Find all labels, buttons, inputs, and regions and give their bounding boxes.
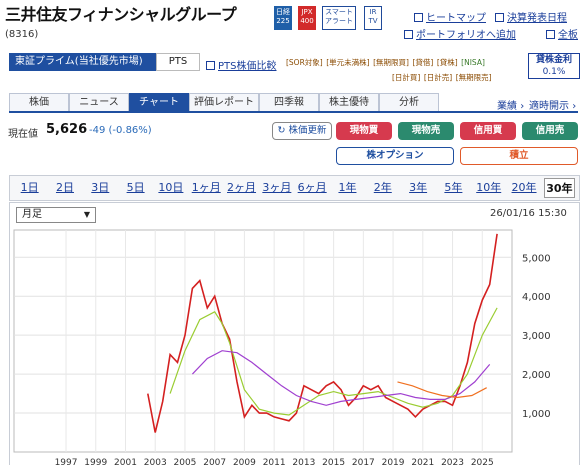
plot-area [13, 229, 513, 453]
y-tick-label: 5,000 [522, 253, 551, 264]
x-tick-label: 2019 [382, 458, 405, 465]
x-tick-label: 2017 [352, 458, 375, 465]
x-tick-label: 2025 [471, 458, 494, 465]
x-tick-label: 2001 [114, 458, 137, 465]
x-tick-label: 1999 [84, 458, 107, 465]
y-tick-label: 2,000 [522, 370, 551, 381]
y-tick-label: 1,000 [522, 409, 551, 420]
price-chart[interactable]: 1,000 2,000 3,000 4,000 5,000 1997 1999 2001 20… [0, 0, 586, 465]
x-tick-label: 2021 [411, 458, 434, 465]
x-tick-label: 2009 [233, 458, 256, 465]
x-tick-label: 2005 [174, 458, 197, 465]
x-tick-label: 1997 [55, 458, 78, 465]
y-tick-label: 4,000 [522, 292, 551, 303]
x-tick-label: 2003 [144, 458, 167, 465]
x-tick-label: 2015 [322, 458, 345, 465]
y-tick-label: 3,000 [522, 331, 551, 342]
x-tick-label: 2023 [441, 458, 464, 465]
x-tick-label: 2007 [203, 458, 226, 465]
x-tick-label: 2013 [292, 458, 315, 465]
x-tick-label: 2011 [263, 458, 286, 465]
